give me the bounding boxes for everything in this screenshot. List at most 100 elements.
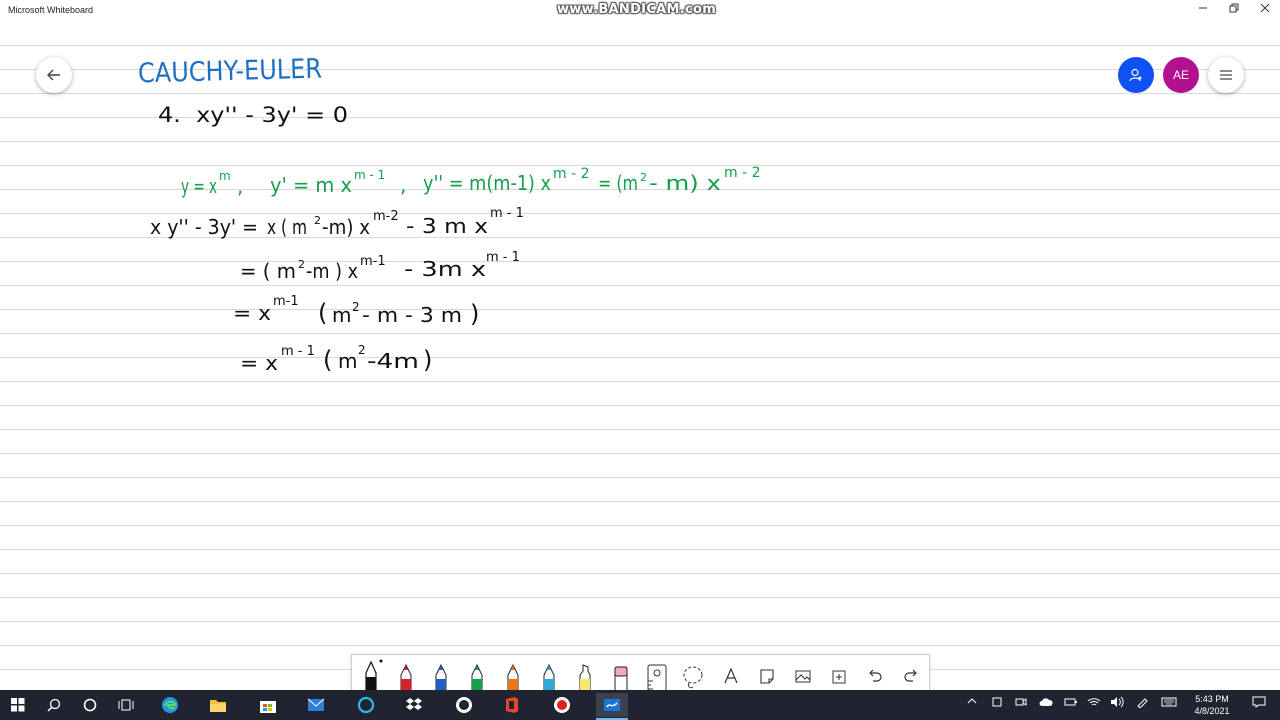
svg-text:- 3 m x: - 3 m x	[406, 214, 488, 238]
svg-text:2: 2	[298, 258, 305, 271]
user-avatar[interactable]: AE	[1163, 57, 1199, 93]
image-tool[interactable]	[788, 657, 818, 691]
volume-icon	[1111, 696, 1124, 708]
tray-app-icon	[992, 697, 1002, 707]
ruler-icon	[647, 664, 667, 691]
windows-logo-icon	[11, 698, 25, 712]
svg-text:m - 1: m - 1	[354, 168, 385, 182]
tray-app[interactable]	[991, 696, 1003, 711]
svg-text:y'' = m(m-1) x: y'' = m(m-1) x	[423, 171, 551, 195]
svg-text:m - 2: m - 2	[724, 165, 761, 181]
pen-cyan-icon	[543, 663, 555, 691]
svg-text:x y'' - 3y' =: x y'' - 3y' =	[150, 215, 258, 239]
ruler-tool[interactable]	[642, 657, 672, 691]
highlighter-tool[interactable]	[570, 657, 600, 691]
pen-orange-icon	[507, 663, 519, 691]
invite-button[interactable]	[1118, 57, 1154, 93]
step-2: = ( m 2 -m ) x m-1 - 3m x m - 1	[240, 250, 520, 283]
search-icon	[47, 698, 61, 712]
tray-volume[interactable]	[1110, 696, 1124, 711]
taskbar-edge[interactable]	[154, 693, 186, 717]
svg-text:): )	[423, 346, 432, 374]
svg-text:m - 2: m - 2	[553, 166, 590, 182]
tray-wifi[interactable]	[1087, 696, 1101, 711]
taskbar-office[interactable]	[496, 693, 528, 717]
lasso-tool[interactable]	[678, 657, 708, 691]
pen-orange-tool[interactable]	[498, 657, 528, 691]
svg-text:m - 1: m - 1	[490, 206, 524, 221]
step-3: = x m-1 ( m 2 - m - 3 m )	[233, 294, 479, 328]
svg-text:m-1: m-1	[273, 294, 299, 309]
add-icon	[832, 670, 846, 684]
record-icon	[554, 697, 570, 713]
svg-text:(: (	[318, 299, 327, 327]
back-button[interactable]	[36, 57, 72, 93]
pen-cyan-tool[interactable]	[534, 657, 564, 691]
person-icon	[1129, 68, 1142, 82]
office-icon	[506, 697, 518, 713]
svg-text:y' = m x: y' = m x	[270, 173, 352, 197]
problem-statement: 4. xy'' - 3y' = 0	[158, 103, 348, 127]
svg-text:m-2: m-2	[373, 209, 399, 224]
taskbar-github[interactable]	[448, 693, 480, 717]
text-tool[interactable]	[716, 657, 746, 691]
svg-text:-4m: -4m	[367, 349, 419, 373]
back-arrow-icon	[47, 69, 60, 81]
undo-button[interactable]	[860, 657, 890, 691]
svg-text:- 3m x: - 3m x	[404, 257, 486, 281]
taskbar-bandicam[interactable]	[546, 693, 578, 717]
tray-battery[interactable]	[1064, 696, 1078, 711]
cortana-button[interactable]	[74, 693, 106, 717]
inking-toolbar	[351, 654, 930, 692]
tray-onedrive[interactable]	[1039, 696, 1053, 711]
github-icon	[456, 697, 472, 713]
tray-pen[interactable]	[1136, 696, 1148, 711]
taskbar-dropbox[interactable]	[398, 693, 430, 717]
substitution-line: y = x m , y' = m x m - 1 , y'' = m(m-1) …	[181, 165, 761, 198]
alexa-icon	[357, 696, 375, 714]
add-tool[interactable]	[824, 657, 854, 691]
clock-date: 4/8/2021	[1194, 706, 1230, 716]
pen-blue-tool[interactable]	[426, 657, 456, 691]
taskbar-clock[interactable]: 5:43 PM 4/8/2021	[1186, 693, 1238, 717]
pen-blue-icon	[435, 663, 447, 691]
svg-text:- m - 3 m: - m - 3 m	[362, 303, 462, 327]
heading-cauchy-euler: CAUCHY-EULER	[138, 54, 323, 90]
svg-text:y = x: y = x	[181, 174, 217, 198]
start-button[interactable]	[2, 693, 34, 717]
taskbar-file-explorer[interactable]	[202, 693, 234, 717]
taskbar-store[interactable]	[252, 693, 284, 717]
hamburger-icon	[1220, 70, 1232, 80]
eraser-tool[interactable]	[606, 657, 636, 691]
svg-text:): )	[470, 300, 479, 328]
pen-red-tool[interactable]	[391, 657, 421, 691]
note-icon	[760, 669, 774, 684]
svg-text:m - 1: m - 1	[281, 344, 315, 359]
chevron-up-icon	[967, 698, 977, 704]
svg-text:m: m	[332, 303, 351, 327]
tray-meet-now[interactable]	[1015, 696, 1027, 711]
taskbar-alexa[interactable]	[350, 693, 382, 717]
pen-green-tool[interactable]	[462, 657, 492, 691]
svg-text:,: ,	[237, 174, 243, 198]
taskbar-whiteboard[interactable]	[596, 693, 628, 720]
tray-keyboard[interactable]	[1161, 696, 1177, 711]
clock-time: 5:43 PM	[1195, 694, 1229, 704]
task-view-button[interactable]	[110, 693, 142, 717]
show-hidden-icons-button[interactable]	[967, 696, 977, 709]
taskbar-mail[interactable]	[300, 693, 332, 717]
action-center-button[interactable]	[1252, 696, 1266, 711]
settings-menu-button[interactable]	[1208, 57, 1244, 93]
handwritten-ink: CAUCHY-EULER 4. xy'' - 3y' = 0 y = x m ,…	[138, 54, 761, 375]
whiteboard-icon	[604, 699, 620, 711]
redo-button[interactable]	[896, 657, 926, 691]
wifi-icon	[1087, 698, 1101, 706]
note-tool[interactable]	[752, 657, 782, 691]
svg-text:= x: = x	[240, 351, 278, 375]
edge-icon	[162, 697, 178, 713]
svg-text:2: 2	[352, 300, 360, 314]
svg-text:m - 1: m - 1	[486, 250, 520, 265]
search-button[interactable]	[38, 693, 70, 717]
pen-black-tool[interactable]	[356, 657, 386, 691]
windows-taskbar: 5:43 PM 4/8/2021	[0, 690, 1280, 720]
